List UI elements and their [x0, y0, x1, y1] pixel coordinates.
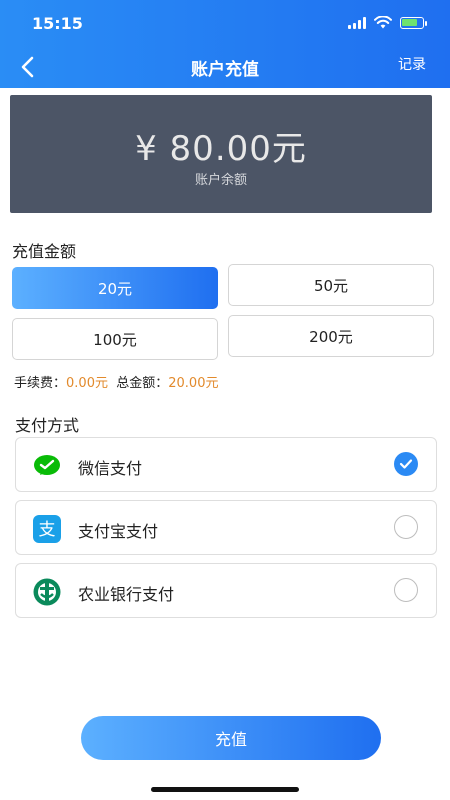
- alipay-icon: 支: [33, 515, 61, 543]
- recharge-submit-label: 充值: [214, 730, 247, 749]
- wechat-icon: [34, 455, 60, 475]
- balance-label: 账户余额: [194, 173, 247, 188]
- payment-method-title: 支付方式: [15, 416, 80, 435]
- payment-option-abc-bank[interactable]: 农业银行支付: [15, 563, 437, 618]
- payment-label: 支付宝支付: [78, 522, 159, 541]
- fee-value: 0.00元: [66, 376, 108, 391]
- fee-label: 手续费：: [14, 376, 67, 391]
- amount-option-200[interactable]: 200元: [228, 315, 434, 357]
- amount-option-label: 100元: [93, 330, 137, 349]
- status-time: 15:15: [32, 14, 83, 33]
- fee-summary: 手续费：0.00元 总金额：20.00元: [14, 372, 218, 391]
- recharge-submit-button[interactable]: 充值: [81, 716, 381, 760]
- amount-option-100[interactable]: 100元: [12, 318, 218, 360]
- amount-option-20[interactable]: 20元: [12, 267, 218, 309]
- recharge-amount-title: 充值金额: [12, 242, 77, 261]
- wifi-icon: [374, 16, 392, 29]
- amount-option-label: 50元: [313, 276, 349, 295]
- abc-bank-icon: [33, 578, 61, 606]
- radio-unchecked-icon[interactable]: [394, 515, 418, 539]
- payment-option-wechat[interactable]: 微信支付: [15, 437, 437, 492]
- total-value: 20.00元: [168, 376, 219, 391]
- app-header: 15:15 账户充值 记录: [0, 0, 450, 88]
- payment-label: 农业银行支付: [78, 585, 175, 604]
- record-link[interactable]: 记录: [398, 54, 426, 74]
- page-title: 账户充值: [191, 60, 259, 80]
- battery-icon: [400, 16, 427, 29]
- radio-checked-icon[interactable]: [394, 452, 418, 476]
- signal-icon: [348, 16, 366, 29]
- home-indicator: [151, 787, 299, 792]
- amount-option-50[interactable]: 50元: [228, 264, 434, 306]
- status-icons: [348, 16, 427, 29]
- status-bar: 15:15: [0, 14, 450, 38]
- payment-option-alipay[interactable]: 支 支付宝支付: [15, 500, 437, 555]
- svg-text:支: 支: [39, 520, 56, 540]
- payment-label: 微信支付: [78, 459, 143, 478]
- balance-card: ¥ 80.00元 账户余额: [10, 95, 432, 213]
- balance-amount: ¥ 80.00元: [135, 129, 307, 169]
- total-label: 总金额：: [116, 376, 169, 391]
- radio-unchecked-icon[interactable]: [394, 578, 418, 602]
- amount-option-label: 200元: [309, 327, 353, 346]
- amount-option-label: 20元: [97, 279, 133, 298]
